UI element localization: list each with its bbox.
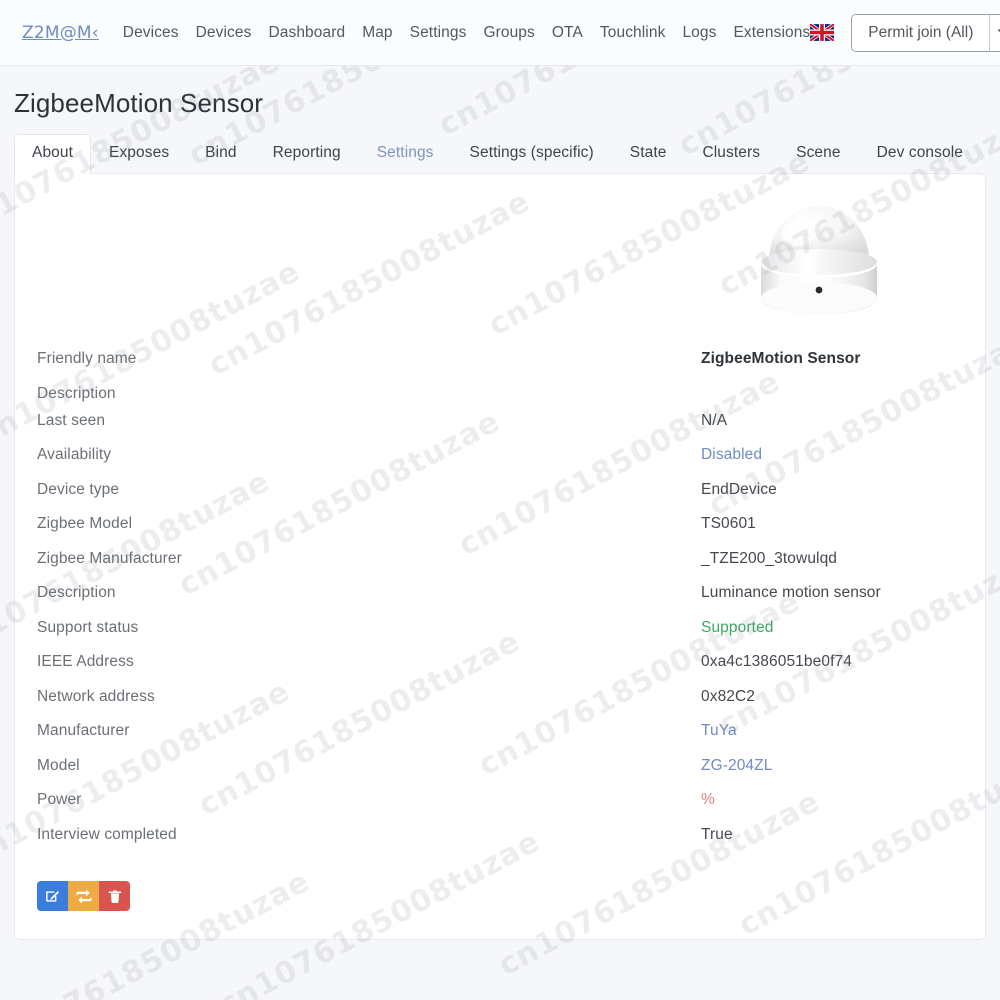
info-label: Description <box>37 384 116 402</box>
info-value: 0xa4c1386051be0f74 <box>701 653 852 670</box>
page-body: ZigbeeMotion Sensor About Exposes Bind Repo… <box>0 66 1000 1000</box>
info-row: Zigbee Model TS0601 <box>37 515 963 550</box>
info-label: Support status <box>37 618 139 636</box>
nav-link-dashboard[interactable]: Dashboard <box>268 24 345 42</box>
nav-link-settings[interactable]: Settings <box>410 24 467 42</box>
info-value: % <box>701 791 715 808</box>
info-value: ZigbeeMotion Sensor <box>701 350 861 367</box>
info-value: _TZE200_3towulqd <box>701 549 838 567</box>
device-info-list: Friendly name ZigbeeMotion Sensor Descript… <box>37 350 963 860</box>
info-row: Device type EndDevice <box>37 481 963 516</box>
tab-exposes[interactable]: Exposes <box>91 134 187 174</box>
info-row: Manufacturer TuYa <box>37 722 963 757</box>
info-value: 0x82C2 <box>701 687 756 705</box>
info-row: IEEE Address 0xa4c1386051be0f74 <box>37 653 963 688</box>
info-label: Last seen <box>37 411 106 429</box>
info-label: Friendly name <box>37 350 137 367</box>
info-value: TS0601 <box>701 515 756 532</box>
tab-reporting[interactable]: Reporting <box>255 134 359 174</box>
info-label: Device type <box>37 480 120 498</box>
info-row: Availability Disabled <box>37 446 963 481</box>
info-value: EndDevice <box>701 480 777 498</box>
info-row: Interview completed True <box>37 826 963 861</box>
info-label: Zigbee Model <box>37 515 133 532</box>
device-tabs: About Exposes Bind Reporting Settings Setting… <box>0 133 1000 174</box>
nav-link-devices-2[interactable]: Devices <box>196 24 252 42</box>
tab-state[interactable]: State <box>612 134 685 174</box>
permit-join-button[interactable]: Permit join (All) <box>852 14 990 51</box>
nav-link-touchlink[interactable]: Touchlink <box>600 24 666 42</box>
nav-link-ota[interactable]: OTA <box>552 24 583 42</box>
brand-logo[interactable]: Z2M@M‹ <box>22 23 99 43</box>
main-navigation: Devices Devices Dashboard Map Settings Groups… <box>123 24 810 42</box>
info-row: Model ZG-204ZL <box>37 757 963 792</box>
nav-link-groups[interactable]: Groups <box>483 24 534 42</box>
tab-settings-specific[interactable]: Settings (specific) <box>452 134 612 174</box>
info-label: Network address <box>37 687 155 705</box>
tab-about[interactable]: About <box>14 134 92 174</box>
about-panel: Friendly name ZigbeeMotion Sensor Descript… <box>14 173 986 940</box>
info-value: N/A <box>701 411 728 429</box>
edit-button[interactable] <box>37 881 68 911</box>
info-label: Power <box>37 791 82 808</box>
chevron-down-icon[interactable] <box>989 14 1000 51</box>
info-value: Supported <box>701 618 774 636</box>
info-value[interactable]: Disabled <box>701 446 762 464</box>
info-label: Description <box>37 584 116 601</box>
info-row: Description <box>37 385 963 412</box>
info-row: Zigbee Manufacturer _TZE200_3towulqd <box>37 550 963 585</box>
info-row: Description Luminance motion sensor <box>37 584 963 619</box>
info-value: Luminance motion sensor <box>701 584 881 601</box>
info-label: Availability <box>37 446 112 463</box>
info-row: Support status Supported <box>37 619 963 654</box>
device-photo <box>729 186 909 334</box>
info-label: IEEE Address <box>37 653 134 670</box>
navbar-right-controls: Permit join (All) ☀ <box>810 13 1000 52</box>
info-label: Manufacturer <box>37 722 130 739</box>
info-row: Friendly name ZigbeeMotion Sensor <box>37 350 963 385</box>
info-label: Zigbee Manufacturer <box>37 549 182 567</box>
tab-clusters[interactable]: Clusters <box>684 134 778 174</box>
permit-join-group: Permit join (All) <box>851 13 1000 52</box>
tab-scene[interactable]: Scene <box>778 134 858 174</box>
tab-bind[interactable]: Bind <box>187 134 254 174</box>
nav-link-devices[interactable]: Devices <box>123 24 179 42</box>
nav-link-extensions[interactable]: Extensions <box>733 24 810 42</box>
info-value: True <box>701 825 733 843</box>
info-row: Last seen N/A <box>37 412 963 447</box>
info-row: Power% <box>37 791 963 826</box>
uk-flag-icon[interactable] <box>810 24 835 41</box>
nav-link-logs[interactable]: Logs <box>682 24 716 42</box>
info-value[interactable]: ZG-204ZL <box>701 757 772 775</box>
info-row: Network address 0x82C2 <box>37 688 963 723</box>
info-label: Interview completed <box>37 825 177 843</box>
tab-dev-console[interactable]: Dev console <box>859 134 981 174</box>
info-value[interactable]: TuYa <box>701 722 737 740</box>
tab-settings[interactable]: Settings <box>359 134 452 174</box>
info-label: Model <box>37 756 80 774</box>
top-navbar: Z2M@M‹ Devices Devices Dashboard Map Setting… <box>0 0 1000 66</box>
reconfigure-button[interactable] <box>68 881 99 911</box>
page-title: ZigbeeMotion Sensor <box>14 88 264 118</box>
device-action-buttons <box>37 881 963 911</box>
delete-button[interactable] <box>99 881 130 911</box>
nav-link-map[interactable]: Map <box>362 24 392 42</box>
